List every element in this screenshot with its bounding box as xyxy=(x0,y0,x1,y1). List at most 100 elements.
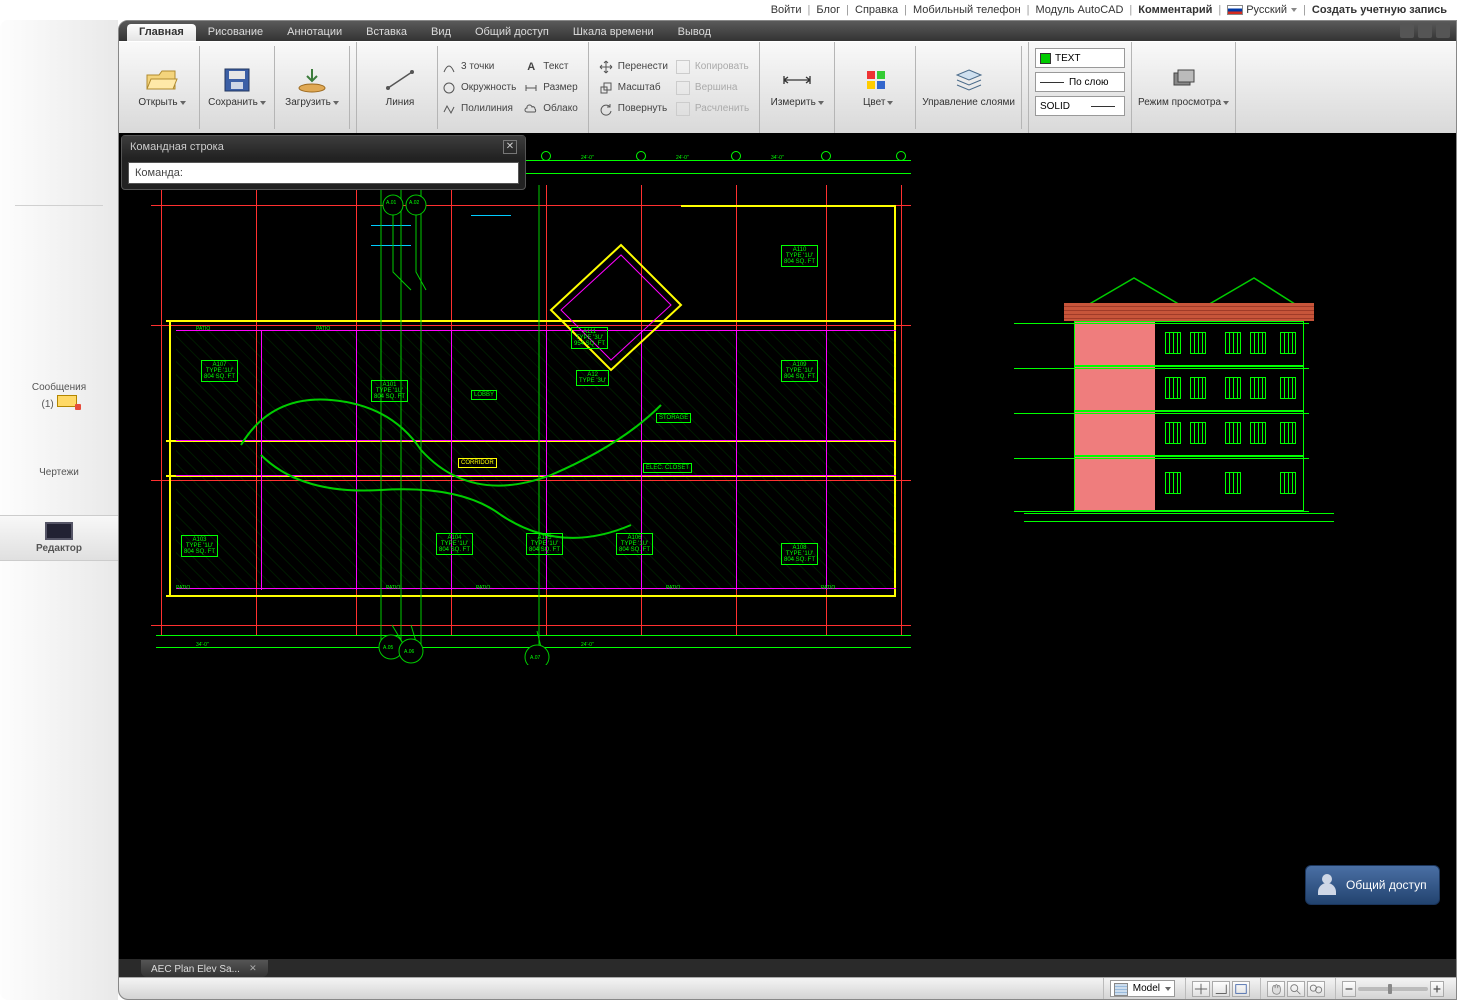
folder-open-icon xyxy=(145,67,179,93)
ribbon-tabs: Главная Рисование Аннотации Вставка Вид … xyxy=(119,21,1456,41)
room-label: A106TYPE '1U'804 SQ. FT xyxy=(616,533,653,555)
command-line-window[interactable]: Командная строка ✕ Команда: xyxy=(121,135,526,190)
lineweight-dropdown[interactable]: SOLID xyxy=(1035,96,1125,116)
room-label: A103TYPE '1U'804 SQ. FT xyxy=(181,535,218,557)
view-mode-icon xyxy=(1167,67,1201,93)
tab-home[interactable]: Главная xyxy=(127,24,196,41)
share-label: Общий доступ xyxy=(1346,878,1427,892)
pan-button[interactable] xyxy=(1267,981,1285,997)
drawings-label: Чертежи xyxy=(0,467,118,478)
polyline-tool[interactable]: Полилиния xyxy=(442,100,516,118)
elevation-drawing xyxy=(1054,273,1324,528)
view-mode-button[interactable]: Режим просмотра xyxy=(1132,42,1236,133)
mail-icon xyxy=(57,395,77,407)
room-label: A101TYPE '1U'804 SQ. FT xyxy=(371,380,408,402)
dimension-icon xyxy=(524,81,538,95)
autocad-module-link[interactable]: Модуль AutoCAD xyxy=(1036,4,1124,16)
sidebar-editor[interactable]: Редактор xyxy=(0,515,118,561)
floppy-save-icon xyxy=(220,67,254,93)
command-input[interactable]: Команда: xyxy=(128,162,519,184)
language-selector[interactable]: Русский xyxy=(1227,4,1297,16)
zoom-button[interactable] xyxy=(1287,981,1305,997)
redo-button[interactable] xyxy=(1418,24,1432,38)
tab-share[interactable]: Общий доступ xyxy=(463,24,561,41)
room-label: A12TYPE '3U' xyxy=(576,370,609,386)
line-tool[interactable]: Линия xyxy=(363,46,438,129)
document-tabs: AEC Plan Elev Sa... ✕ xyxy=(119,959,1456,977)
text-icon: A xyxy=(524,60,538,74)
arc-icon xyxy=(442,60,456,74)
copy-tool[interactable]: Копировать xyxy=(676,58,749,76)
model-space-dropdown[interactable]: Model xyxy=(1110,980,1175,997)
close-tab-icon[interactable]: ✕ xyxy=(248,964,258,974)
drawing-canvas[interactable]: Командная строка ✕ Команда: xyxy=(119,133,1456,959)
login-link[interactable]: Войти xyxy=(771,4,802,16)
vertex-icon xyxy=(676,81,690,95)
share-button[interactable]: Общий доступ xyxy=(1305,865,1440,905)
circle-icon xyxy=(442,81,456,95)
lobby-label: LOBBY xyxy=(471,390,497,400)
room-label: A110TYPE '1U'804 SQ. FT xyxy=(781,245,818,267)
measure-tool[interactable]: Измерить xyxy=(760,42,835,133)
room-label: A108TYPE '1U'804 SQ. FT xyxy=(781,543,818,565)
zoom-in-button[interactable] xyxy=(1430,981,1444,997)
sidebar-messages[interactable]: Сообщения (1) xyxy=(0,382,118,410)
copy-icon xyxy=(676,60,690,74)
layer-dropdown[interactable]: TEXT xyxy=(1035,48,1125,68)
room-label: A105TYPE '1U'804 SQ. FT xyxy=(526,533,563,555)
help-link[interactable]: Справка xyxy=(855,4,898,16)
scale-tool[interactable]: Масштаб xyxy=(599,79,668,97)
linetype-dropdown[interactable]: По слою xyxy=(1035,72,1125,92)
person-icon xyxy=(1316,874,1338,896)
layer-manager[interactable]: Управление слоями xyxy=(916,46,1022,129)
top-header: Войти| Блог| Справка| Мобильный телефон|… xyxy=(0,0,1457,20)
layers-icon xyxy=(952,67,986,93)
room-label: A109TYPE '1U'804 SQ. FT xyxy=(781,360,818,382)
app-help-button[interactable] xyxy=(1436,24,1450,38)
room-label: A107TYPE '1U'804 SQ. FT xyxy=(201,360,238,382)
tab-output[interactable]: Вывод xyxy=(666,24,723,41)
tab-insert[interactable]: Вставка xyxy=(354,24,419,41)
ribbon-toolbar: Открыть Сохранить Загрузить Линия 3 точк… xyxy=(119,41,1456,133)
status-bar: Model xyxy=(119,977,1456,999)
floor-plan-drawing: A107TYPE '1U'804 SQ. FT A101TYPE '1U'804… xyxy=(121,145,941,665)
app-frame: Главная Рисование Аннотации Вставка Вид … xyxy=(118,20,1457,1000)
tab-view[interactable]: Вид xyxy=(419,24,463,41)
mobile-link[interactable]: Мобильный телефон xyxy=(913,4,1021,16)
zoom-slider[interactable] xyxy=(1358,987,1428,991)
zoom-out-button[interactable] xyxy=(1342,981,1356,997)
load-button[interactable]: Загрузить xyxy=(275,46,350,129)
ortho-button[interactable] xyxy=(1212,981,1230,997)
arc-3points-tool[interactable]: 3 точки xyxy=(442,58,516,76)
undo-button[interactable] xyxy=(1400,24,1414,38)
open-button[interactable]: Открыть xyxy=(125,46,200,129)
sidebar-drawings[interactable]: Чертежи xyxy=(0,467,118,478)
save-button[interactable]: Сохранить xyxy=(200,46,275,129)
editor-icon xyxy=(45,522,73,540)
text-tool[interactable]: AТекст xyxy=(524,58,578,76)
document-tab[interactable]: AEC Plan Elev Sa... ✕ xyxy=(141,960,268,977)
tab-draw[interactable]: Рисование xyxy=(196,24,275,41)
dimension-tool[interactable]: Размер xyxy=(524,79,578,97)
measure-icon xyxy=(780,67,814,93)
osnap-button[interactable] xyxy=(1232,981,1250,997)
move-tool[interactable]: Перенести xyxy=(599,58,668,76)
rotate-tool[interactable]: Повернуть xyxy=(599,100,668,118)
cloud-tool[interactable]: Облако xyxy=(524,100,578,118)
room-label: A111TYPE '3U'954 SQ. FT xyxy=(571,327,608,349)
snap-grid-button[interactable] xyxy=(1192,981,1210,997)
flag-icon xyxy=(1227,5,1243,15)
elec-closet-label: ELEC. CLOSET xyxy=(643,463,692,473)
circle-tool[interactable]: Окружность xyxy=(442,79,516,97)
tab-timeline[interactable]: Шкала времени xyxy=(561,24,666,41)
color-tool[interactable]: Цвет xyxy=(841,46,916,129)
explode-tool[interactable]: Расчленить xyxy=(676,100,749,118)
blog-link[interactable]: Блог xyxy=(816,4,840,16)
create-account-link[interactable]: Создать учетную запись xyxy=(1312,4,1447,16)
zoom-extents-button[interactable] xyxy=(1307,981,1325,997)
comment-link[interactable]: Комментарий xyxy=(1138,4,1212,16)
tab-annotate[interactable]: Аннотации xyxy=(275,24,354,41)
cloud-icon xyxy=(524,102,538,116)
vertex-tool[interactable]: Вершина xyxy=(676,79,749,97)
close-icon[interactable]: ✕ xyxy=(503,140,517,154)
